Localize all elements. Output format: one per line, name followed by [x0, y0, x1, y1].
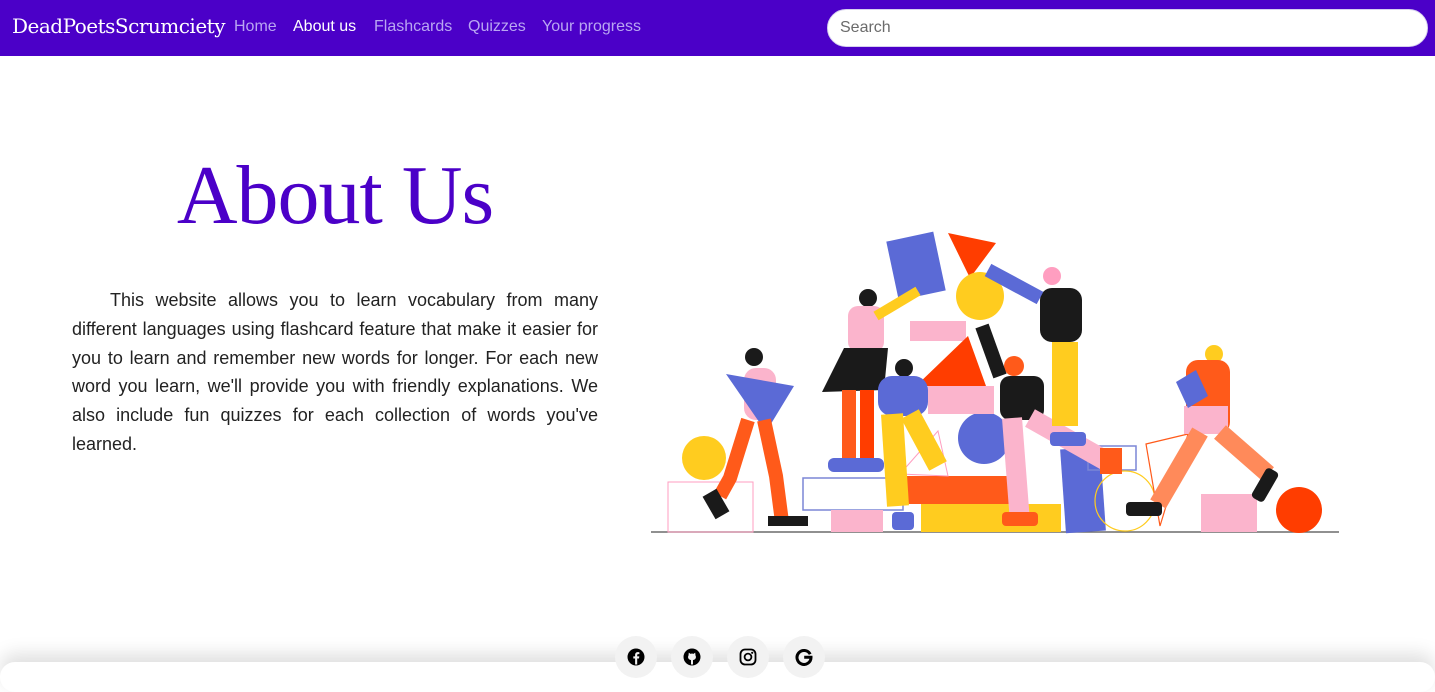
instagram-icon[interactable] [727, 636, 769, 678]
nav-link-flashcards[interactable]: Flashcards [374, 18, 452, 36]
page-title: About Us [176, 149, 494, 242]
footer [0, 662, 1435, 692]
nav-link-quizzes[interactable]: Quizzes [468, 18, 526, 36]
facebook-icon[interactable] [615, 636, 657, 678]
brand-logo[interactable]: DeadPoetsScrumciety [12, 14, 226, 38]
team-illustration [651, 231, 1339, 534]
nav-link-about-us[interactable]: About us [293, 18, 356, 36]
github-icon[interactable] [671, 636, 713, 678]
top-navbar: DeadPoetsScrumciety Home About us Flashc… [0, 0, 1435, 56]
nav-link-home[interactable]: Home [234, 18, 277, 36]
search-input[interactable] [827, 9, 1428, 47]
nav-link-your-progress[interactable]: Your progress [542, 18, 641, 36]
about-description: This website allows you to learn vocabul… [72, 290, 598, 454]
google-icon[interactable] [783, 636, 825, 678]
